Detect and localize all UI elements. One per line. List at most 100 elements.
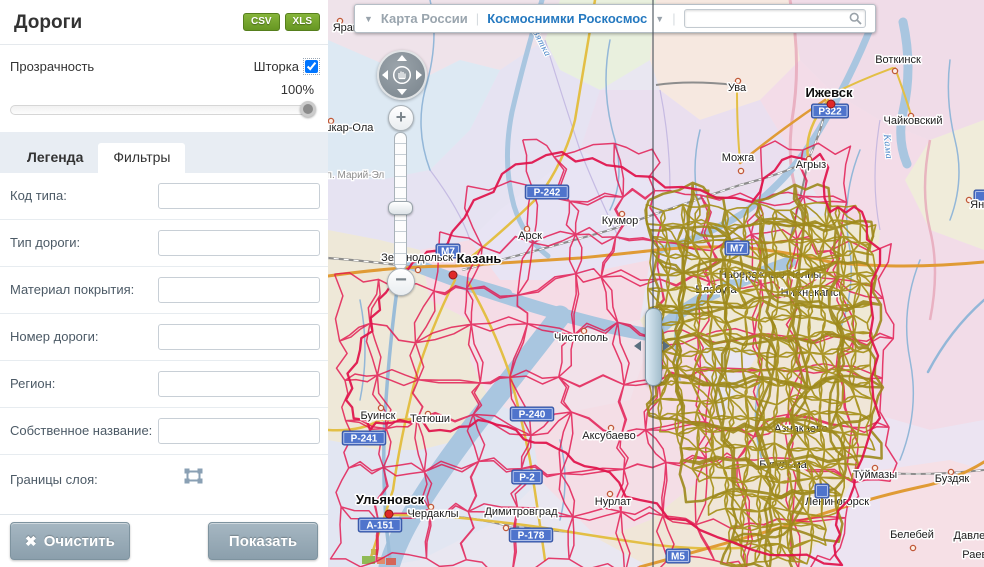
city-label: Чистополь: [554, 332, 608, 344]
pan-control[interactable]: [377, 50, 427, 100]
curtain-right-arrow-icon[interactable]: [663, 341, 670, 351]
panel-tabs: Легенда Фильтры: [0, 132, 328, 173]
filter-row-surface-material: Материал покрытия:: [0, 267, 328, 314]
export-xls-button[interactable]: XLS: [285, 13, 320, 31]
city-label: Раевский: [962, 549, 984, 561]
city-label: Янаул: [970, 199, 984, 211]
clear-x-icon: ✖: [25, 533, 37, 550]
filter-row-road-type: Тип дороги:: [0, 220, 328, 267]
tab-filters[interactable]: Фильтры: [98, 143, 185, 173]
city-label: Нурлат: [595, 496, 631, 508]
zoom-slider-handle[interactable]: [388, 201, 413, 215]
filter-surface-material-input[interactable]: [158, 277, 320, 303]
tab-legend[interactable]: Легенда: [12, 143, 98, 173]
city-label: Воткинск: [875, 54, 921, 66]
city-label: Тетюши: [410, 413, 450, 425]
city-label: Арск: [518, 230, 542, 242]
city-dot: [415, 267, 420, 272]
transparency-slider-track[interactable]: [10, 105, 310, 115]
city-dot: [892, 68, 897, 73]
pan-down-arrow-icon[interactable]: [397, 89, 407, 95]
city-dot: [449, 271, 457, 279]
road-badge-label: Р-178: [518, 531, 545, 542]
road-badge-label: Р-241: [351, 434, 378, 445]
layer-bounds-row: Границы слоя:: [0, 455, 328, 500]
transparency-value: 100%: [10, 82, 314, 97]
curtain-label: Шторка: [254, 59, 299, 74]
polygon-select-icon[interactable]: [184, 468, 203, 484]
city-label: Агрыз: [796, 159, 826, 171]
panel-footer: ✖ Очистить Показать: [0, 514, 328, 567]
filter-type-code-label: Код типа:: [10, 183, 158, 204]
city-label: Ульяновск: [356, 492, 425, 507]
filter-road-number-input[interactable]: [158, 324, 320, 350]
city-label: Можга: [722, 152, 755, 164]
zoom-in-button[interactable]: +: [388, 105, 414, 131]
filter-road-type-input[interactable]: [158, 230, 320, 256]
road-badge-label: М7: [730, 244, 744, 255]
city-label: Чердаклы: [407, 508, 458, 520]
roads-panel: Дороги CSV XLS Прозрачность Шторка 100% …: [0, 0, 329, 567]
toolbar-separator: |: [672, 11, 675, 26]
city-label: Буздяк: [935, 473, 970, 485]
base-layer-dropdown-arrow[interactable]: ▼: [364, 14, 373, 24]
export-buttons: CSV XLS: [243, 13, 320, 31]
search-icon[interactable]: [849, 12, 862, 25]
pan-up-arrow-icon[interactable]: [397, 55, 407, 61]
city-dot: [738, 168, 743, 173]
filter-road-number-label: Номер дороги:: [10, 324, 158, 345]
filter-type-code-input[interactable]: [158, 183, 320, 209]
city-label: Туймазы: [853, 469, 897, 481]
city-label: Кукмор: [602, 215, 639, 227]
transparency-slider-thumb[interactable]: [300, 101, 316, 117]
active-layer-dropdown-arrow[interactable]: ▼: [655, 14, 664, 24]
toolbar-separator: |: [476, 11, 479, 26]
filter-surface-material-label: Материал покрытия:: [10, 277, 158, 298]
city-dot: [385, 510, 393, 518]
active-layer-label[interactable]: Космоснимки Роскосмос: [487, 11, 647, 26]
show-button-label: Показать: [229, 533, 297, 550]
city-dot: [503, 525, 508, 530]
export-csv-button[interactable]: CSV: [243, 13, 280, 31]
road-badge-label: Р-242: [534, 188, 561, 199]
map-layer-switcher: ▼ Карта России | Космоснимки Роскосмос ▼…: [354, 4, 876, 33]
road-badge-label: Р-2: [519, 473, 535, 484]
curtain-divider[interactable]: [652, 0, 654, 567]
filter-road-type-label: Тип дороги:: [10, 230, 158, 251]
zoom-slider[interactable]: [394, 132, 407, 270]
clear-button[interactable]: ✖ Очистить: [10, 522, 130, 560]
curtain-left-arrow-icon[interactable]: [634, 341, 641, 351]
city-label: Белебей: [890, 529, 934, 541]
road-badge-label: М5: [671, 552, 685, 563]
city-label: Зеленодольск: [381, 252, 453, 264]
filter-own-name-input[interactable]: [158, 418, 320, 444]
city-label: Ува: [728, 82, 747, 94]
show-button[interactable]: Показать: [208, 522, 318, 560]
page-title: Дороги: [14, 12, 82, 34]
city-label: Аксубаево: [582, 430, 636, 442]
curtain-handle[interactable]: [645, 308, 662, 386]
zoom-out-button[interactable]: −: [387, 268, 415, 296]
curtain-checkbox[interactable]: [305, 60, 318, 73]
road-badge-label: Р-240: [519, 410, 546, 421]
filter-row-road-number: Номер дороги:: [0, 314, 328, 361]
filters-form: Код типа: Тип дороги: Материал покрытия: Но…: [0, 173, 328, 455]
city-label: Буинск: [360, 410, 395, 422]
filter-row-region: Регион:: [0, 361, 328, 408]
map-search-input[interactable]: [684, 9, 866, 28]
pan-right-arrow-icon[interactable]: [416, 70, 422, 80]
filter-own-name-label: Собственное название:: [10, 418, 158, 439]
city-dot: [827, 100, 835, 108]
region-label: Респ. Марий-Эл: [328, 170, 384, 181]
base-layer-label[interactable]: Карта России: [381, 11, 468, 26]
panel-header: Дороги CSV XLS: [0, 0, 328, 44]
map-canvas[interactable]: ЕлабугаНабережные ЧелныНижнекамскАзнакае…: [328, 0, 984, 567]
city-dot: [910, 545, 915, 550]
transparency-slider[interactable]: [10, 101, 316, 118]
pan-left-arrow-icon[interactable]: [382, 70, 388, 80]
filter-row-own-name: Собственное название:: [0, 408, 328, 455]
city-label: Димитровград: [484, 506, 558, 518]
layer-bounds-label: Границы слоя:: [10, 467, 170, 488]
filter-region-input[interactable]: [158, 371, 320, 397]
filter-row-type-code: Код типа:: [0, 173, 328, 220]
